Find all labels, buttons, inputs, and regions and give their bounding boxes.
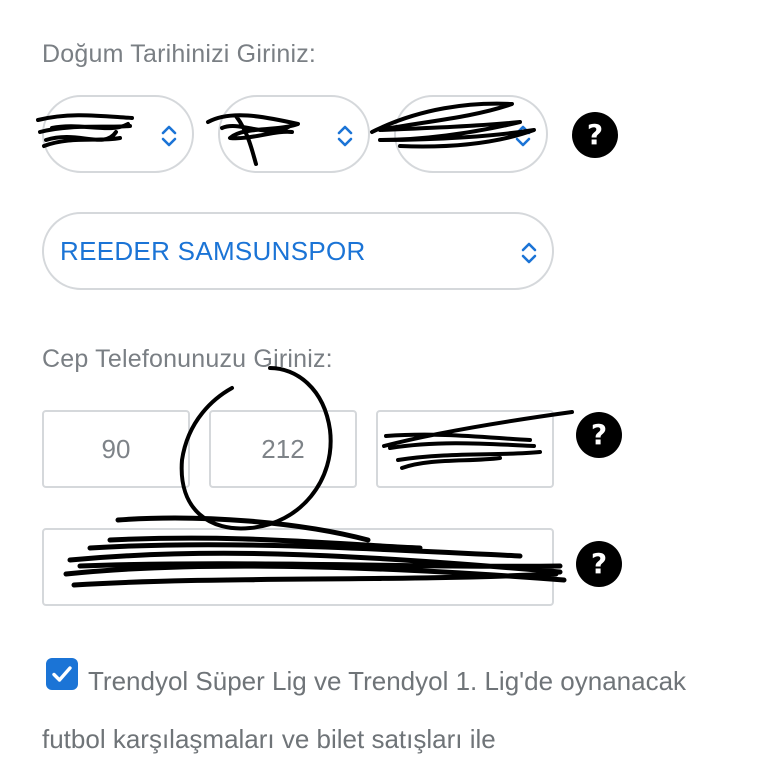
chevron-up-down-icon	[337, 125, 353, 147]
country-code-value: 90	[101, 434, 131, 464]
birth-date-label: Doğum Tarihinizi Giriniz:	[42, 40, 317, 68]
birth-date-help-icon[interactable]: ?	[572, 112, 618, 158]
birth-year-select[interactable]	[394, 95, 548, 173]
consent-text: Trendyol Süper Lig ve Trendyol 1. Lig'de…	[42, 666, 687, 754]
chevron-up-down-icon	[515, 125, 531, 147]
country-code-field[interactable]: 90	[42, 410, 190, 488]
email-help-icon[interactable]: ?	[576, 541, 622, 587]
phone-help-icon[interactable]: ?	[576, 412, 622, 458]
team-select-value: REEDER SAMSUNSPOR	[60, 236, 366, 266]
birth-month-select[interactable]	[218, 95, 370, 173]
email-field[interactable]	[42, 528, 554, 606]
area-code-field[interactable]: 212	[209, 410, 357, 488]
birth-day-select[interactable]	[42, 95, 194, 173]
phone-number-field[interactable]	[376, 410, 554, 488]
team-select[interactable]: REEDER SAMSUNSPOR	[42, 212, 554, 290]
area-code-value: 212	[261, 434, 305, 464]
chevron-up-down-icon	[161, 125, 177, 147]
phone-label: Cep Telefonunuzu Giriniz:	[42, 345, 333, 373]
chevron-up-down-icon	[521, 242, 537, 264]
